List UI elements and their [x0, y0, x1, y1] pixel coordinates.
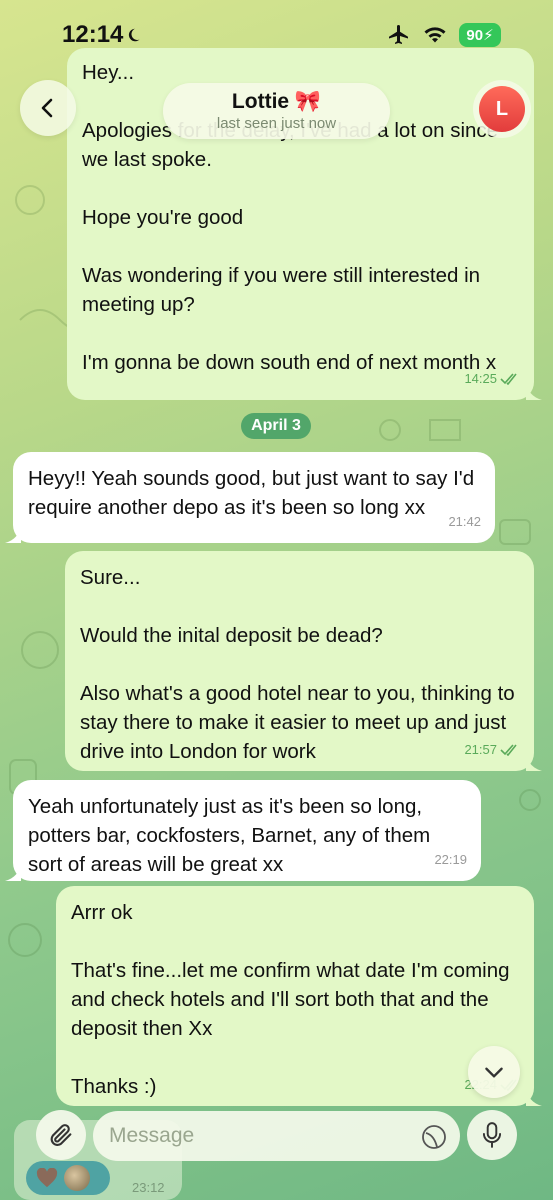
bubble-tail [5, 863, 21, 881]
avatar: L [479, 86, 525, 132]
message-time: 21:42 [448, 514, 481, 529]
status-time-text: 12:14 [62, 21, 124, 48]
moon-icon [129, 28, 140, 42]
back-button[interactable] [20, 80, 76, 136]
heart-icon [36, 1168, 58, 1188]
message-time: 21:57 [464, 742, 497, 757]
message-text: Yeah unfortunately just as it's been so … [28, 795, 431, 876]
message-meta: 21:57 [464, 735, 520, 764]
bubble-tail [5, 525, 21, 543]
reaction-avatar [64, 1165, 90, 1191]
double-check-icon [500, 372, 517, 385]
chat-header[interactable]: Lottie 🎀 last seen just now [163, 83, 390, 139]
message-time: 14:25 [464, 371, 497, 386]
battery-indicator: 90⚡ [459, 23, 501, 47]
sticker-icon[interactable] [420, 1123, 448, 1151]
status-bar: 12:14 90⚡ [0, 0, 553, 70]
chevron-left-icon [41, 98, 53, 118]
contact-name: Lottie 🎀 [231, 90, 322, 113]
chevron-down-icon [485, 1067, 503, 1078]
message-incoming[interactable]: Heyy!! Yeah sounds good, but just want t… [5, 452, 495, 543]
charging-bolt-icon: ⚡ [483, 27, 494, 44]
bubble-tail [526, 382, 542, 400]
double-check-icon [500, 743, 517, 756]
paperclip-icon [50, 1124, 72, 1146]
scroll-to-bottom-button[interactable] [468, 1046, 520, 1098]
battery-level: 90 [466, 27, 484, 44]
message-time: 22:19 [434, 852, 467, 867]
message-text: Arrr ok That's fine...let me confirm wha… [71, 901, 510, 1098]
message-meta: 22:19 [434, 845, 467, 874]
status-indicators: 90⚡ [387, 23, 501, 47]
status-time: 12:14 [62, 21, 145, 49]
message-time: 23:12 [132, 1180, 165, 1195]
message-outgoing[interactable]: Arrr ok That's fine...let me confirm wha… [56, 886, 542, 1106]
airplane-icon [389, 25, 408, 44]
message-text: Sure... Would the inital deposit be dead… [80, 566, 515, 763]
message-meta: 21:42 [448, 507, 481, 536]
wifi-icon [424, 27, 446, 43]
bubble-tail [526, 1088, 542, 1106]
last-seen-status: last seen just now [216, 115, 337, 132]
date-separator: April 3 [241, 413, 311, 439]
message-text: Heyy!! Yeah sounds good, but just want t… [28, 467, 475, 519]
voice-record-button[interactable] [467, 1110, 517, 1160]
message-incoming[interactable]: Yeah unfortunately just as it's been so … [5, 780, 481, 881]
microphone-icon [482, 1122, 502, 1148]
contact-avatar-button[interactable]: L [473, 80, 531, 138]
message-input[interactable] [93, 1111, 460, 1161]
message-composer [0, 1108, 553, 1168]
bubble-tail [526, 753, 542, 771]
message-meta: 14:25 [464, 364, 520, 393]
attach-button[interactable] [36, 1110, 86, 1160]
message-outgoing[interactable]: Sure... Would the inital deposit be dead… [65, 551, 542, 771]
